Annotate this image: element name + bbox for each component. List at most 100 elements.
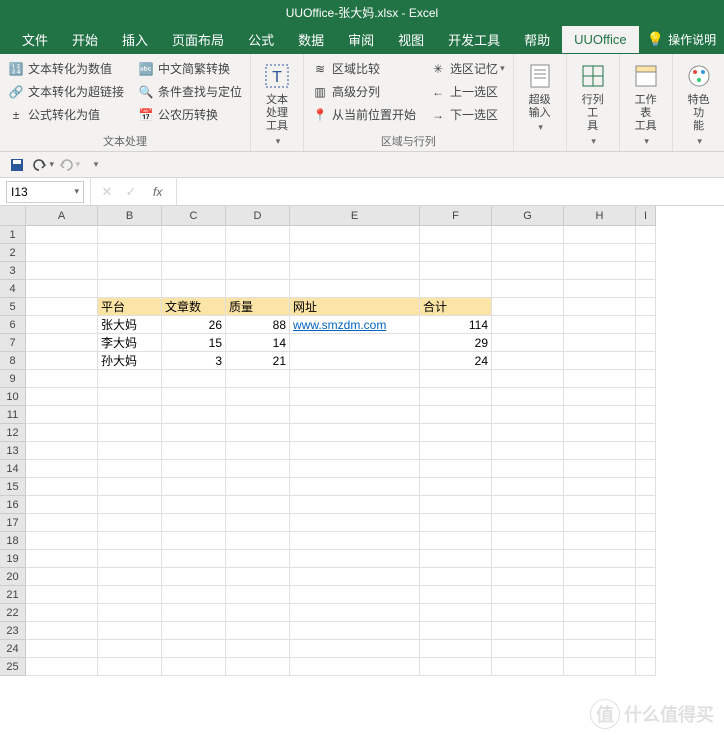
cell-D3[interactable] xyxy=(226,262,290,280)
cell-F14[interactable] xyxy=(420,460,492,478)
cell-E17[interactable] xyxy=(290,514,420,532)
cell-D8[interactable]: 21 xyxy=(226,352,290,370)
cell-B1[interactable] xyxy=(98,226,162,244)
cell-I3[interactable] xyxy=(636,262,656,280)
cell-G21[interactable] xyxy=(492,586,564,604)
cmd-next-selection[interactable]: →下一选区 xyxy=(428,104,507,125)
cmd-selection-memory[interactable]: ✳选区记忆▾ xyxy=(428,58,507,79)
col-header-H[interactable]: H xyxy=(564,206,636,226)
cell-C21[interactable] xyxy=(162,586,226,604)
cell-D11[interactable] xyxy=(226,406,290,424)
cell-H15[interactable] xyxy=(564,478,636,496)
row-header-21[interactable]: 21 xyxy=(0,586,26,604)
cell-A16[interactable] xyxy=(26,496,98,514)
select-all-corner[interactable] xyxy=(0,206,26,226)
cell-B24[interactable] xyxy=(98,640,162,658)
row-header-6[interactable]: 6 xyxy=(0,316,26,334)
cell-B20[interactable] xyxy=(98,568,162,586)
cell-B18[interactable] xyxy=(98,532,162,550)
cell-E12[interactable] xyxy=(290,424,420,442)
col-header-C[interactable]: C xyxy=(162,206,226,226)
cell-F4[interactable] xyxy=(420,280,492,298)
cell-G23[interactable] xyxy=(492,622,564,640)
cell-B23[interactable] xyxy=(98,622,162,640)
cell-D13[interactable] xyxy=(226,442,290,460)
cell-I10[interactable] xyxy=(636,388,656,406)
qat-customize[interactable]: ▾ xyxy=(84,154,106,176)
cell-H21[interactable] xyxy=(564,586,636,604)
cell-A20[interactable] xyxy=(26,568,98,586)
cell-A24[interactable] xyxy=(26,640,98,658)
cell-H25[interactable] xyxy=(564,658,636,676)
cell-F5[interactable]: 合计 xyxy=(420,298,492,316)
row-header-1[interactable]: 1 xyxy=(0,226,26,244)
tab-file[interactable]: 文件 xyxy=(10,24,60,55)
cell-D20[interactable] xyxy=(226,568,290,586)
cell-G6[interactable] xyxy=(492,316,564,334)
cell-E6[interactable]: www.smzdm.com xyxy=(290,316,420,334)
cell-E21[interactable] xyxy=(290,586,420,604)
cell-D17[interactable] xyxy=(226,514,290,532)
cell-A3[interactable] xyxy=(26,262,98,280)
cell-E5[interactable]: 网址 xyxy=(290,298,420,316)
cell-D25[interactable] xyxy=(226,658,290,676)
cell-C5[interactable]: 文章数 xyxy=(162,298,226,316)
cell-G3[interactable] xyxy=(492,262,564,280)
cell-H8[interactable] xyxy=(564,352,636,370)
tab-review[interactable]: 审阅 xyxy=(336,24,386,55)
cell-F13[interactable] xyxy=(420,442,492,460)
cell-B5[interactable]: 平台 xyxy=(98,298,162,316)
cell-I11[interactable] xyxy=(636,406,656,424)
cell-A25[interactable] xyxy=(26,658,98,676)
tell-me-label[interactable]: 操作说明 xyxy=(668,31,716,48)
cell-C10[interactable] xyxy=(162,388,226,406)
cell-I9[interactable] xyxy=(636,370,656,388)
cell-B3[interactable] xyxy=(98,262,162,280)
cancel-formula-button[interactable]: ✕ xyxy=(99,184,115,200)
cell-A21[interactable] xyxy=(26,586,98,604)
cell-I7[interactable] xyxy=(636,334,656,352)
cell-F2[interactable] xyxy=(420,244,492,262)
cell-C2[interactable] xyxy=(162,244,226,262)
cmd-text-to-number[interactable]: 🔢文本转化为数值 xyxy=(6,58,126,79)
cell-F12[interactable] xyxy=(420,424,492,442)
row-header-7[interactable]: 7 xyxy=(0,334,26,352)
cell-H20[interactable] xyxy=(564,568,636,586)
cell-H4[interactable] xyxy=(564,280,636,298)
row-header-2[interactable]: 2 xyxy=(0,244,26,262)
cell-F17[interactable] xyxy=(420,514,492,532)
cell-G15[interactable] xyxy=(492,478,564,496)
cell-B4[interactable] xyxy=(98,280,162,298)
tab-start[interactable]: 开始 xyxy=(60,24,110,55)
formula-input[interactable] xyxy=(177,181,724,203)
cell-B14[interactable] xyxy=(98,460,162,478)
tab-uuoffice[interactable]: UUOffice xyxy=(562,26,639,53)
cell-H2[interactable] xyxy=(564,244,636,262)
cell-C23[interactable] xyxy=(162,622,226,640)
cell-C14[interactable] xyxy=(162,460,226,478)
cmd-find-locate[interactable]: 🔍条件查找与定位 xyxy=(136,81,244,102)
cell-E9[interactable] xyxy=(290,370,420,388)
cell-I25[interactable] xyxy=(636,658,656,676)
cell-B25[interactable] xyxy=(98,658,162,676)
cell-G19[interactable] xyxy=(492,550,564,568)
cell-E22[interactable] xyxy=(290,604,420,622)
row-header-11[interactable]: 11 xyxy=(0,406,26,424)
cell-E24[interactable] xyxy=(290,640,420,658)
cell-D2[interactable] xyxy=(226,244,290,262)
cell-G25[interactable] xyxy=(492,658,564,676)
cell-B6[interactable]: 张大妈 xyxy=(98,316,162,334)
cell-D15[interactable] xyxy=(226,478,290,496)
cell-C7[interactable]: 15 xyxy=(162,334,226,352)
undo-button[interactable]: ▾ xyxy=(32,154,54,176)
cell-B12[interactable] xyxy=(98,424,162,442)
cell-H23[interactable] xyxy=(564,622,636,640)
cell-H3[interactable] xyxy=(564,262,636,280)
cell-G8[interactable] xyxy=(492,352,564,370)
cell-D21[interactable] xyxy=(226,586,290,604)
enter-formula-button[interactable]: ✓ xyxy=(123,184,139,200)
cell-I6[interactable] xyxy=(636,316,656,334)
cell-E18[interactable] xyxy=(290,532,420,550)
cell-H13[interactable] xyxy=(564,442,636,460)
tab-layout[interactable]: 页面布局 xyxy=(160,24,236,55)
